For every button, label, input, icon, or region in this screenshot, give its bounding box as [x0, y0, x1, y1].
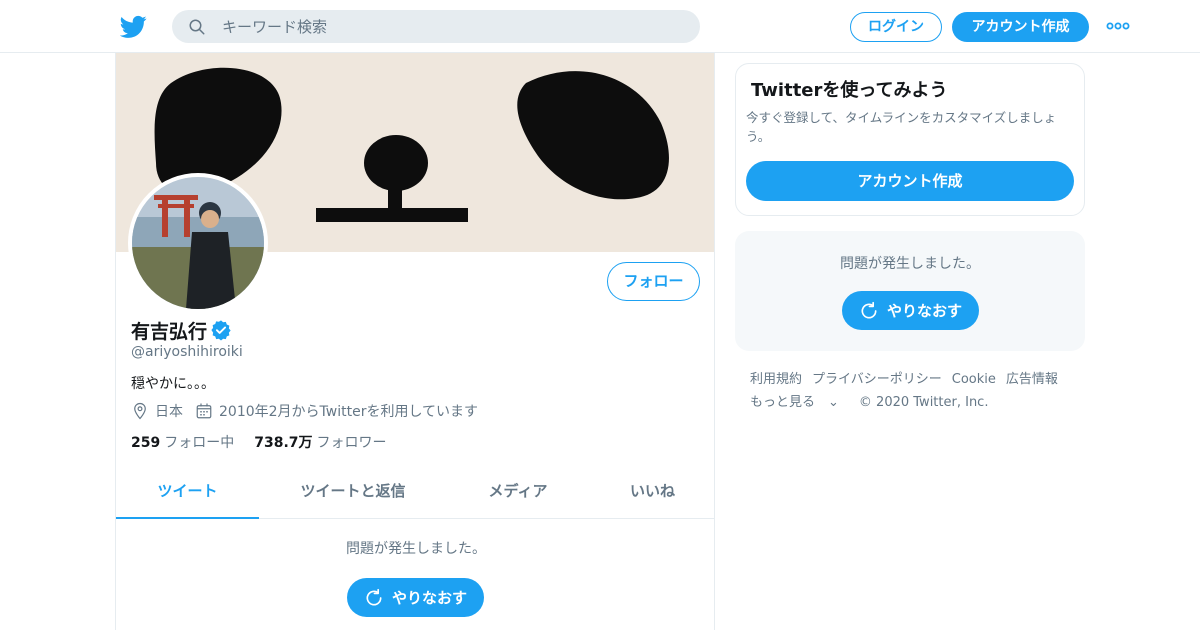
- tab-likes[interactable]: いいね: [589, 471, 714, 519]
- tab-tweets-replies[interactable]: ツイートと返信: [259, 471, 447, 519]
- signup-card-title: Twitterを使ってみよう: [751, 80, 948, 101]
- sidebar-error-text: 問題が発生しました。: [840, 256, 980, 272]
- tab-tweets[interactable]: ツイート: [116, 471, 259, 519]
- footer-link-cookie[interactable]: Cookie: [952, 372, 996, 387]
- tab-media[interactable]: メディア: [447, 471, 589, 519]
- calendar-icon: [196, 403, 212, 419]
- profile-tabs: ツイート ツイートと返信 メディア いいね: [116, 471, 714, 519]
- profile-stats: 259 フォロー中 738.7万 フォロワー: [131, 432, 387, 452]
- signup-card-button[interactable]: アカウント作成: [746, 161, 1074, 201]
- followers-stat[interactable]: 738.7万 フォロワー: [254, 432, 386, 452]
- timeline-error-text: 問題が発生しました。: [346, 541, 486, 557]
- profile-column: フォロー 有吉弘行 @ariyoshihiroiki 穏やかに。。。 日本 20…: [115, 53, 715, 630]
- twitter-bird-icon[interactable]: [120, 13, 147, 40]
- footer-more-link[interactable]: もっと見る ⌄: [750, 395, 849, 410]
- profile-name-row: 有吉弘行: [131, 316, 232, 344]
- profile-meta: 日本 2010年2月からTwitterを利用しています: [131, 401, 478, 421]
- timeline-retry-label: やりなおす: [391, 589, 467, 607]
- footer-link-privacy[interactable]: プライバシーポリシー: [812, 372, 942, 387]
- sidebar-error-card: 問題が発生しました。 やりなおす: [735, 231, 1085, 351]
- follow-button[interactable]: フォロー: [607, 262, 700, 301]
- footer-link-ads[interactable]: 広告情報: [1006, 372, 1058, 387]
- footer-more-label: もっと見る: [750, 395, 816, 410]
- followers-count: 738.7万: [254, 435, 313, 451]
- search-icon: [189, 19, 205, 35]
- profile-joined: 2010年2月からTwitterを利用しています: [219, 404, 479, 420]
- footer-link-terms[interactable]: 利用規約: [750, 372, 802, 387]
- footer-copyright: © 2020 Twitter, Inc.: [858, 395, 989, 410]
- timeline-retry-button[interactable]: やりなおす: [347, 578, 484, 617]
- login-button[interactable]: ログイン: [850, 12, 942, 42]
- profile-location: 日本: [155, 404, 183, 420]
- sidebar-retry-label: やりなおす: [886, 302, 962, 320]
- top-bar: ログイン アカウント作成: [0, 0, 1200, 53]
- avatar-photo: [132, 177, 264, 309]
- search-input[interactable]: [222, 10, 682, 43]
- footer-links: 利用規約 プライバシーポリシー Cookie 広告情報 もっと見る ⌄ © 2020 Tw…: [750, 368, 1080, 414]
- following-stat[interactable]: 259 フォロー中: [131, 432, 234, 452]
- search-bar[interactable]: [172, 10, 700, 43]
- signup-card: Twitterを使ってみよう 今すぐ登録して、タイムラインをカスタマイズしましょ…: [735, 63, 1085, 216]
- signup-card-text: 今すぐ登録して、タイムラインをカスタマイズしましょう。: [746, 110, 1057, 144]
- refresh-icon: [366, 588, 382, 606]
- verified-badge-icon: [211, 320, 231, 341]
- profile-handle: @ariyoshihiroiki: [131, 344, 243, 360]
- profile-bio: 穏やかに。。。: [131, 376, 215, 392]
- sidebar-retry-button[interactable]: やりなおす: [842, 291, 979, 330]
- profile-name: 有吉弘行: [131, 320, 208, 343]
- avatar[interactable]: [128, 173, 268, 313]
- location-icon: [134, 402, 146, 420]
- following-label: フォロー中: [164, 435, 235, 451]
- signup-button[interactable]: アカウント作成: [952, 12, 1089, 42]
- following-count: 259: [131, 435, 161, 451]
- refresh-icon: [861, 301, 877, 319]
- followers-label: フォロワー: [316, 435, 387, 451]
- more-dots-icon[interactable]: [1106, 18, 1130, 34]
- chevron-down-icon: ⌄: [828, 395, 839, 410]
